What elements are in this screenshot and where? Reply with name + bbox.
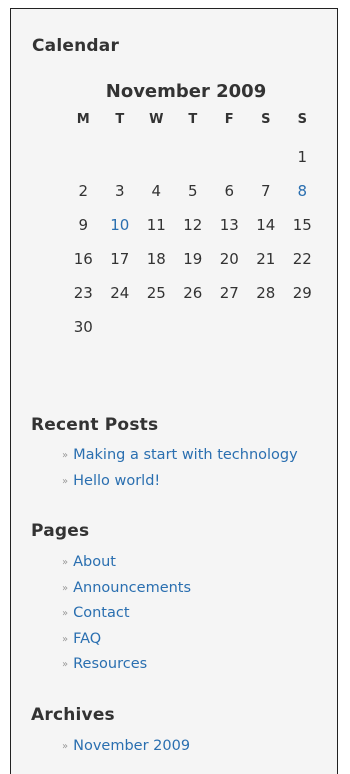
calendar-empty-cell — [211, 147, 248, 181]
calendar-empty-cell — [248, 147, 285, 181]
calendar-empty-cell — [175, 317, 212, 351]
calendar-day: 5 — [187, 182, 198, 200]
calendar-empty-cell — [248, 317, 285, 351]
archives-title: Archives — [31, 705, 115, 725]
bullet-icon: » — [62, 659, 69, 670]
calendar-day: 12 — [183, 216, 203, 234]
calendar-weekday-header: S — [261, 112, 271, 127]
sidebar: Calendar November 2009 MTWTFSS1234567891… — [10, 8, 338, 774]
calendar-empty-cell — [102, 317, 139, 351]
calendar-empty-cell — [211, 317, 248, 351]
list-item: » About — [62, 552, 191, 578]
calendar-day: 29 — [292, 284, 312, 302]
bullet-icon: » — [62, 741, 69, 752]
list-item: » November 2009 — [62, 736, 190, 762]
page-link[interactable]: Resources — [73, 656, 147, 672]
calendar-title: Calendar — [32, 36, 120, 56]
calendar-weekday-header: M — [76, 112, 90, 127]
calendar-day: 9 — [78, 216, 89, 234]
page-link[interactable]: Announcements — [73, 580, 191, 596]
archive-link[interactable]: November 2009 — [73, 738, 190, 754]
bullet-icon: » — [62, 608, 69, 619]
calendar-day: 21 — [256, 250, 276, 268]
calendar-day: 15 — [292, 216, 312, 234]
calendar-day: 22 — [292, 250, 312, 268]
calendar-day: 27 — [219, 284, 239, 302]
recent-posts-list: » Making a start with technology » Hello wo… — [62, 445, 298, 496]
calendar-day: 23 — [73, 284, 93, 302]
calendar-day: 18 — [146, 250, 166, 268]
calendar-day-link[interactable]: 10 — [102, 215, 139, 249]
calendar-month-caption: November 2009 — [105, 81, 267, 102]
list-item: » Contact — [62, 603, 191, 629]
bullet-icon: » — [62, 450, 69, 461]
list-item: » Resources — [62, 654, 191, 680]
calendar-day: 6 — [224, 182, 235, 200]
calendar-weekday-header: T — [115, 112, 125, 127]
recent-post-link[interactable]: Making a start with technology — [73, 447, 298, 463]
calendar-day: 24 — [110, 284, 130, 302]
calendar-day: 30 — [73, 318, 93, 336]
calendar-empty-cell — [138, 317, 175, 351]
list-item: » FAQ — [62, 629, 191, 655]
calendar-empty-cell — [138, 147, 175, 181]
bullet-icon: » — [62, 633, 69, 645]
calendar-day: 14 — [256, 216, 276, 234]
calendar-grid: M T W T F S S 1 2 3 4 5 6 7 8 9 10 11 12 13 14 15 16 17 18 19 20 21… — [65, 111, 321, 351]
calendar-weekday-header: W — [149, 112, 164, 127]
page-link[interactable]: About — [73, 554, 116, 570]
calendar-empty-cell — [175, 147, 212, 181]
pages-title: Pages — [31, 521, 90, 541]
calendar-weekday-header: T — [188, 112, 198, 127]
calendar-day: 4 — [151, 182, 162, 200]
page-link[interactable]: Contact — [73, 605, 129, 621]
calendar-weekday-header: F — [224, 112, 234, 127]
calendar-day: 2 — [78, 182, 89, 200]
pages-list: » About » Announcements » Contact » FAQ » Resourc… — [62, 552, 191, 680]
calendar-day: 28 — [256, 284, 276, 302]
recent-posts-title: Recent Posts — [31, 415, 159, 435]
recent-post-link[interactable]: Hello world! — [73, 473, 160, 489]
list-item: » Announcements — [62, 578, 191, 604]
bullet-icon: » — [62, 557, 69, 568]
calendar-day: 19 — [183, 250, 203, 268]
bullet-icon: » — [62, 582, 69, 594]
calendar-day: 20 — [219, 250, 239, 268]
calendar-day: 17 — [110, 250, 130, 268]
calendar-day: 26 — [183, 284, 203, 302]
list-item: » Making a start with technology — [62, 445, 298, 471]
calendar-day: 3 — [114, 182, 125, 200]
calendar-day-link[interactable]: 8 — [284, 181, 321, 215]
calendar-day: 25 — [146, 284, 166, 302]
calendar-day: 11 — [146, 216, 166, 234]
calendar-weekday-header: S — [297, 112, 307, 127]
calendar-empty-cell — [102, 147, 139, 181]
calendar-day: 7 — [260, 182, 271, 200]
page-link[interactable]: FAQ — [73, 631, 101, 647]
calendar-empty-cell — [65, 147, 102, 181]
bullet-icon: » — [62, 475, 69, 487]
list-item: » Hello world! — [62, 471, 298, 497]
calendar-day: 16 — [73, 250, 93, 268]
calendar-day: 13 — [219, 216, 239, 234]
calendar-day: 1 — [297, 148, 308, 166]
calendar-empty-cell — [284, 317, 321, 351]
archives-list: » November 2009 — [62, 736, 190, 762]
